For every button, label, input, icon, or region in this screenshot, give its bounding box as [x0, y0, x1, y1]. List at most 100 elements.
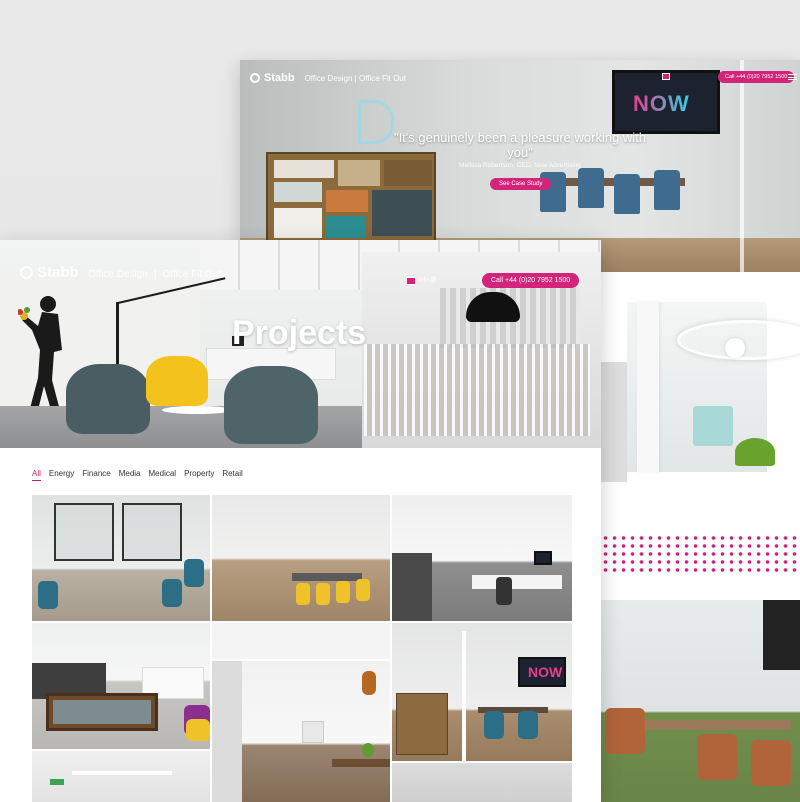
wall-tv	[763, 600, 800, 670]
project-tile[interactable]: NOW	[392, 623, 572, 761]
chair	[356, 579, 370, 601]
lounge-chair	[224, 366, 318, 444]
project-tile[interactable]	[32, 623, 210, 749]
wall-tv: NOW	[518, 657, 566, 687]
table	[292, 573, 362, 581]
exit-sign	[50, 779, 64, 785]
chair	[316, 583, 330, 605]
testimonial-quote: "It's genuinely been a pleasure working …	[393, 130, 647, 160]
glass-partition	[462, 631, 466, 761]
glass-office	[54, 503, 114, 561]
table	[332, 759, 390, 767]
mail-icon[interactable]	[406, 277, 416, 285]
chair	[518, 711, 538, 739]
green-chair	[735, 438, 775, 466]
project-tile[interactable]	[32, 495, 210, 621]
header-nav: Office Design | Office Fit Out	[88, 269, 221, 280]
lounge-chair	[146, 356, 208, 406]
brand-name: Stabb	[264, 72, 295, 84]
chair	[296, 583, 310, 605]
reception-photo	[627, 302, 800, 472]
side-photo	[601, 362, 627, 482]
project-tile[interactable]	[212, 495, 390, 621]
site-logo[interactable]: Stabb	[250, 72, 295, 84]
filter-media[interactable]: Media	[119, 469, 141, 481]
filter-all[interactable]: All	[32, 469, 41, 481]
testimonial-attribution: Melissa Robertson, CEO, Now Advertising	[459, 162, 581, 169]
neon-logo	[358, 100, 394, 144]
site-logo[interactable]: Stabb	[20, 264, 79, 281]
page-title: Projects	[232, 314, 367, 352]
meeting-chair	[697, 734, 737, 780]
brand-name: Stabb	[37, 264, 79, 281]
header-nav: Office Design | Office Fit Out	[305, 74, 406, 83]
meeting-chair	[751, 740, 791, 786]
meeting-chair	[654, 170, 680, 210]
gallery-mockup	[601, 272, 800, 802]
lounge-chair	[66, 364, 150, 434]
meeting-chair	[614, 174, 640, 214]
filter-medical[interactable]: Medical	[149, 469, 177, 481]
email-link[interactable]: info@	[418, 277, 436, 284]
logo-mark-icon	[250, 73, 260, 83]
filter-finance[interactable]: Finance	[82, 469, 110, 481]
project-filters: All Energy Finance Media Medical Propert…	[32, 469, 243, 481]
window	[302, 721, 324, 743]
shelving-unit	[266, 152, 436, 244]
nav-office-design[interactable]: Office Design	[305, 74, 353, 83]
coffee-table	[162, 406, 232, 414]
monitor	[534, 551, 552, 565]
logo-mark-icon	[20, 266, 33, 279]
menu-icon[interactable]	[788, 74, 797, 80]
filter-retail[interactable]: Retail	[222, 469, 242, 481]
chair	[186, 719, 210, 741]
tv-logo-text: NOW	[528, 664, 563, 680]
nav-office-fit-out[interactable]: Office Fit Out	[162, 269, 221, 280]
mail-icon[interactable]	[662, 73, 670, 80]
reception-desk	[693, 406, 733, 446]
shelving-unit	[396, 693, 448, 755]
nav-separator: |	[354, 73, 357, 83]
meeting-room-photo	[601, 600, 800, 802]
nav-office-design[interactable]: Office Design	[88, 269, 148, 280]
chair	[496, 577, 512, 605]
projects-hero: Stabb Office Design | Office Fit Out inf…	[0, 240, 601, 448]
nav-office-fit-out[interactable]: Office Fit Out	[359, 74, 406, 83]
filter-energy[interactable]: Energy	[49, 469, 74, 481]
column	[637, 302, 659, 472]
chair	[336, 581, 350, 603]
call-button[interactable]: Call +44 (0)20 7952 1500	[718, 71, 795, 83]
tile-gap	[212, 623, 390, 659]
kitchen-counter	[392, 553, 432, 621]
chair	[162, 579, 182, 607]
meeting-chair	[578, 168, 604, 208]
plant	[362, 743, 374, 757]
filter-property[interactable]: Property	[184, 469, 214, 481]
screenshot-stage: NOW Stabb Office Design | Office Fit Out…	[0, 0, 800, 802]
see-case-study-button[interactable]: See Case Study	[490, 178, 552, 190]
call-button[interactable]: Call +44 (0)20 7952 1500	[482, 273, 580, 288]
graffiti-artwork	[18, 296, 62, 420]
project-tile[interactable]	[32, 751, 210, 802]
pendant-lamp	[362, 671, 376, 695]
chair	[184, 559, 204, 587]
projects-page-mockup: Stabb Office Design | Office Fit Out inf…	[0, 240, 601, 802]
ceiling-light	[72, 771, 172, 775]
chair	[38, 581, 58, 609]
wall	[212, 661, 242, 802]
site-header: Stabb Office Design | Office Fit Out inf…	[0, 240, 601, 300]
pendant-lamp	[725, 338, 745, 358]
chair	[484, 711, 504, 739]
pool-table	[46, 693, 158, 731]
site-header: Stabb Office Design | Office Fit Out	[240, 60, 800, 96]
slat-screen	[364, 344, 590, 436]
nav-separator: |	[153, 269, 157, 280]
project-tile[interactable]	[392, 495, 572, 621]
project-tile[interactable]	[212, 661, 390, 802]
meeting-chair	[605, 708, 645, 754]
dot-pattern	[601, 534, 800, 574]
project-tile[interactable]	[392, 763, 572, 802]
desk	[472, 575, 562, 589]
glass-office	[122, 503, 182, 561]
projects-grid: NOW	[32, 495, 572, 802]
